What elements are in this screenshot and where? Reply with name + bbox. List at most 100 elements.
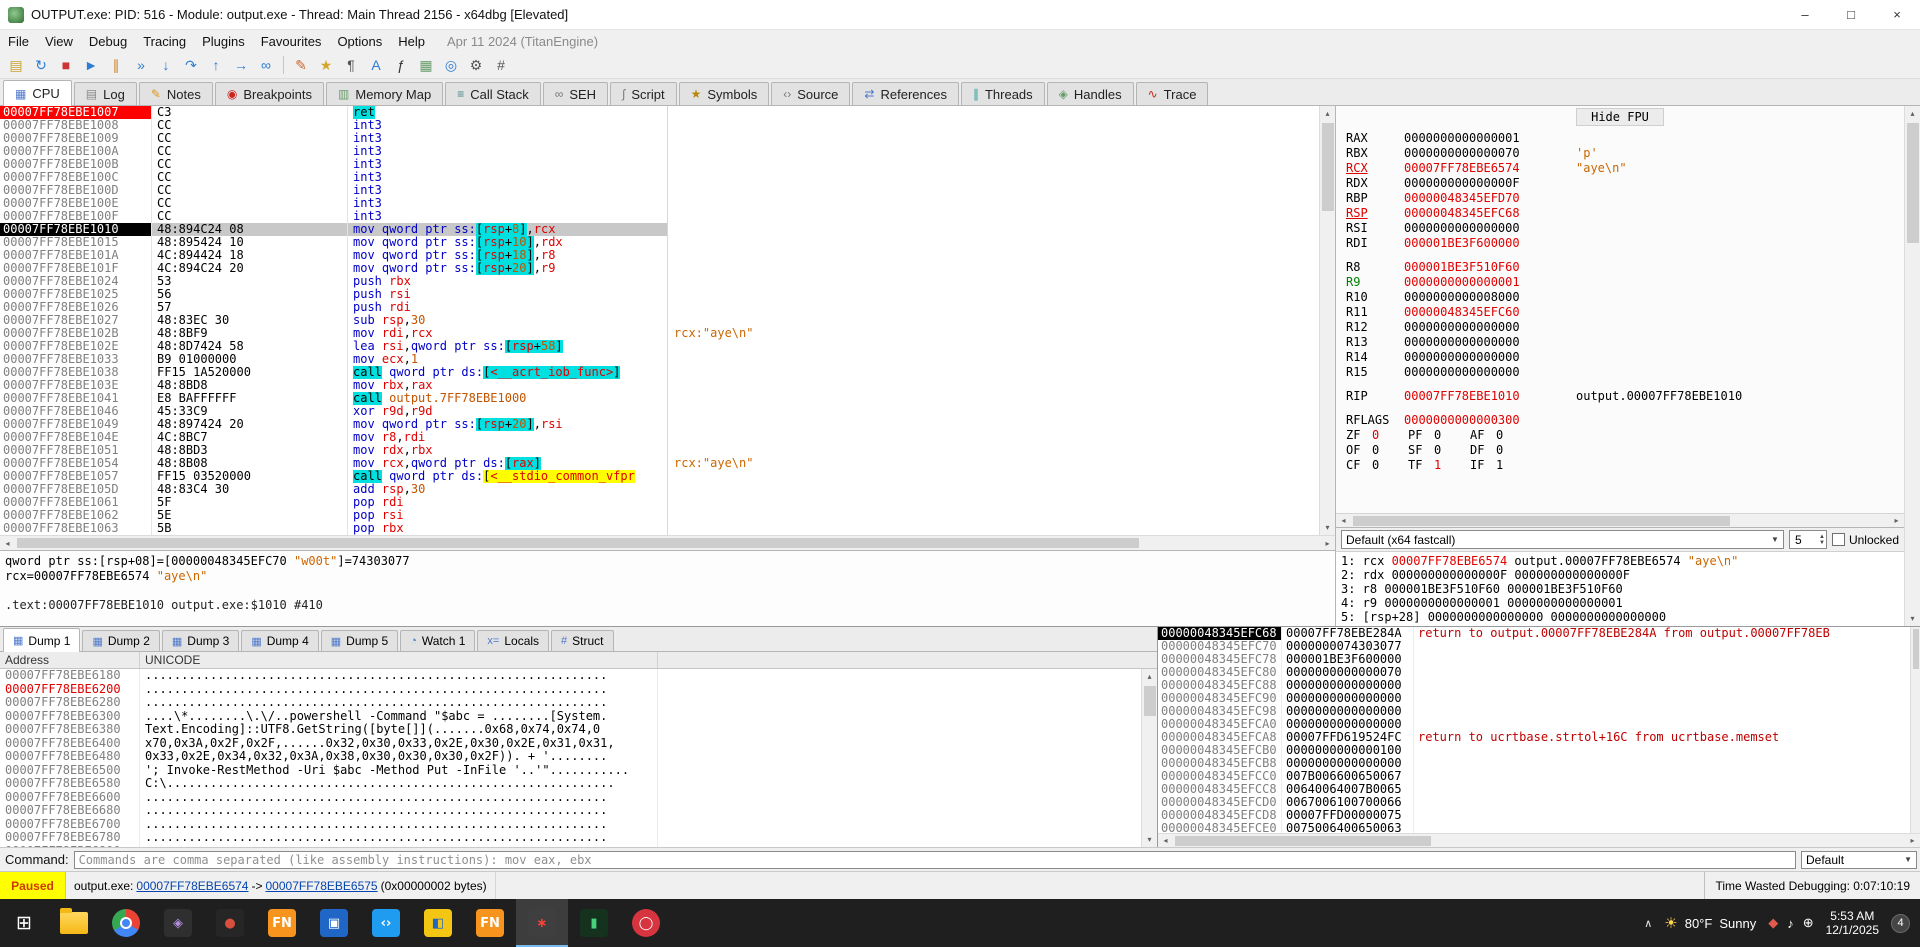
disasm-row[interactable]: 00007FF78EBE100ECCint3	[0, 197, 1319, 210]
antivirus-tray-icon[interactable]: ◆	[1768, 915, 1778, 931]
minimize-button[interactable]: –	[1782, 0, 1828, 30]
dump-row[interactable]: 00007FF78EBE6580C:\.....................…	[0, 777, 1141, 791]
x64dbg-taskbar-taskbar-button[interactable]: ∗	[516, 899, 568, 947]
notification-center-badge[interactable]: 4	[1891, 914, 1910, 933]
scroll-up-icon[interactable]: ▴	[1320, 106, 1335, 121]
status-address-link-1[interactable]: 00007FF78EBE6574	[136, 879, 248, 893]
close-button[interactable]: ×	[1874, 0, 1920, 30]
hide-fpu-button[interactable]: Hide FPU	[1576, 108, 1664, 126]
register-r14[interactable]: R140000000000000000	[1346, 350, 1904, 365]
dump-row[interactable]: 00007FF78EBE6300....\*........\.\/..powe…	[0, 710, 1141, 724]
disasm-row[interactable]: 00007FF78EBE102556push rsi	[0, 288, 1319, 301]
register-rcx[interactable]: RCX00007FF78EBE6574"aye\n"	[1346, 161, 1904, 176]
pause-button[interactable]: ∥	[104, 54, 128, 77]
tab-handles[interactable]: ◈Handles	[1047, 82, 1134, 105]
tab-call-stack[interactable]: ≡Call Stack	[445, 82, 541, 105]
dev-app-taskbar-button[interactable]: ◈	[152, 899, 204, 947]
function-button[interactable]: ƒ	[389, 54, 413, 77]
memory-button[interactable]: ▦	[414, 54, 438, 77]
disasm-row[interactable]: 00007FF78EBE101F4C:894C24 20mov qword pt…	[0, 262, 1319, 275]
register-rsi[interactable]: RSI0000000000000000	[1346, 221, 1904, 236]
stop-button[interactable]: ■	[54, 54, 78, 77]
argument-row[interactable]: 1: rcx 00007FF78EBE6574 output.00007FF78…	[1341, 554, 1899, 568]
dump-row[interactable]: 00007FF78EBE6500'; Invoke-RestMethod -Ur…	[0, 764, 1141, 778]
maximize-button[interactable]: □	[1828, 0, 1874, 30]
disasm-row[interactable]: 00007FF78EBE1007C3ret	[0, 106, 1319, 119]
stack-h-scrollbar[interactable]: ◂ ▸	[1158, 833, 1920, 847]
network-tray-icon[interactable]: ⊕	[1803, 915, 1814, 931]
register-rip[interactable]: RIP00007FF78EBE1010output.00007FF78EBE10…	[1346, 389, 1904, 404]
menu-help[interactable]: Help	[390, 30, 433, 52]
dump-row[interactable]: 00007FF78EBE6400x70,0x3A,0x2F,0x2F,.....…	[0, 737, 1141, 751]
tab-references[interactable]: ⇄References	[852, 82, 959, 105]
menu-options[interactable]: Options	[329, 30, 390, 52]
disassembly-v-scrollbar[interactable]: ▴ ▾	[1319, 106, 1335, 535]
dump-row[interactable]: 00007FF78EBE6600........................…	[0, 791, 1141, 805]
menu-file[interactable]: File	[0, 30, 37, 52]
scroll-down-icon[interactable]: ▾	[1905, 611, 1920, 626]
tab-notes[interactable]: ✎Notes	[139, 82, 213, 105]
file-explorer-taskbar-button[interactable]	[48, 899, 100, 947]
arguments-view[interactable]: 1: rcx 00007FF78EBE6574 output.00007FF78…	[1336, 552, 1904, 626]
tab-threads[interactable]: ∥Threads	[961, 82, 1045, 105]
tab-dump-4[interactable]: ▦Dump 4	[241, 630, 318, 651]
register-r9[interactable]: R90000000000000001	[1346, 275, 1904, 290]
dump-view[interactable]: 00007FF78EBE6180........................…	[0, 669, 1141, 847]
dump-row[interactable]: 00007FF78EBE6780........................…	[0, 831, 1141, 845]
register-r11[interactable]: R1100000048345EFC60	[1346, 305, 1904, 320]
tab-breakpoints[interactable]: ◉Breakpoints	[215, 82, 324, 105]
dump-row[interactable]: 00007FF78EBE64800x33,0x2E,0x34,0x32,0x3A…	[0, 750, 1141, 764]
tab-dump-1[interactable]: ▦Dump 1	[3, 628, 80, 652]
tab-struct[interactable]: #Struct	[551, 630, 613, 651]
register-rdx[interactable]: RDX000000000000000F	[1346, 176, 1904, 191]
scroll-right-icon[interactable]: ▸	[1905, 834, 1920, 847]
tab-log[interactable]: ▤Log	[74, 82, 137, 105]
unlocked-checkbox[interactable]: Unlocked	[1832, 533, 1899, 547]
disasm-row[interactable]: 00007FF78EBE102453push rbx	[0, 275, 1319, 288]
disasm-row[interactable]: 00007FF78EBE100DCCint3	[0, 184, 1319, 197]
scroll-right-icon[interactable]: ▸	[1320, 536, 1335, 550]
menu-plugins[interactable]: Plugins	[194, 30, 253, 52]
register-rflags[interactable]: RFLAGS0000000000000300	[1346, 413, 1904, 428]
spinner-arrows-icon[interactable]: ▲▼	[1819, 534, 1826, 546]
tab-cpu[interactable]: ▦CPU	[3, 80, 72, 106]
calculator-button[interactable]: #	[489, 54, 513, 77]
run-button[interactable]: ►	[79, 54, 103, 77]
disassembly-h-scrollbar[interactable]: ◂ ▸	[0, 535, 1335, 550]
register-rbx[interactable]: RBX0000000000000070'p'	[1346, 146, 1904, 161]
scroll-right-icon[interactable]: ▸	[1889, 514, 1904, 527]
start-button[interactable]: ⊞	[0, 899, 48, 947]
tab-locals[interactable]: x=Locals	[477, 630, 549, 651]
step-into-button[interactable]: ↓	[154, 54, 178, 77]
scroll-up-icon[interactable]: ▴	[1142, 669, 1157, 684]
step-out-button[interactable]: ↑	[204, 54, 228, 77]
terminal-app-taskbar-button[interactable]: ▮	[568, 899, 620, 947]
comment-button[interactable]: ¶	[339, 54, 363, 77]
scroll-down-icon[interactable]: ▾	[1142, 832, 1157, 847]
argument-row[interactable]: 2: rdx 000000000000000F 000000000000000F	[1341, 568, 1899, 582]
dump-row[interactable]: 00007FF78EBE6680........................…	[0, 804, 1141, 818]
disasm-row[interactable]: 00007FF78EBE10625Epop rsi	[0, 509, 1319, 522]
weather-widget[interactable]: ☀ 80°F Sunny	[1664, 914, 1756, 932]
mail-app-taskbar-button[interactable]: ▣	[308, 899, 360, 947]
menu-view[interactable]: View	[37, 30, 81, 52]
patch-button[interactable]: ✎	[289, 54, 313, 77]
vscode-taskbar-button[interactable]: ‹›	[360, 899, 412, 947]
dump-row[interactable]: 00007FF78EBE6280........................…	[0, 696, 1141, 710]
tab-seh[interactable]: ∞SEH	[543, 82, 608, 105]
scroll-up-icon[interactable]: ▴	[1905, 106, 1920, 121]
argument-count-spinner[interactable]: 5 ▲▼	[1789, 530, 1827, 549]
open-file-button[interactable]: ▤	[4, 54, 28, 77]
hidden-icons-chevron[interactable]: ∧	[1644, 917, 1652, 930]
status-address-link-2[interactable]: 00007FF78EBE6575	[266, 879, 378, 893]
register-r10[interactable]: R100000000000008000	[1346, 290, 1904, 305]
chrome-taskbar-button[interactable]	[100, 899, 152, 947]
tab-dump-3[interactable]: ▦Dump 3	[162, 630, 239, 651]
disasm-row[interactable]: 00007FF78EBE100BCCint3	[0, 158, 1319, 171]
register-r8[interactable]: R8000001BE3F510F60	[1346, 260, 1904, 275]
media-app-taskbar-button[interactable]: ●	[204, 899, 256, 947]
disasm-row[interactable]: 00007FF78EBE100CCCint3	[0, 171, 1319, 184]
tab-source[interactable]: ‹›Source	[771, 82, 850, 105]
dump-row[interactable]: 00007FF78EBE6200........................…	[0, 683, 1141, 697]
tab-symbols[interactable]: ★Symbols	[679, 82, 770, 105]
